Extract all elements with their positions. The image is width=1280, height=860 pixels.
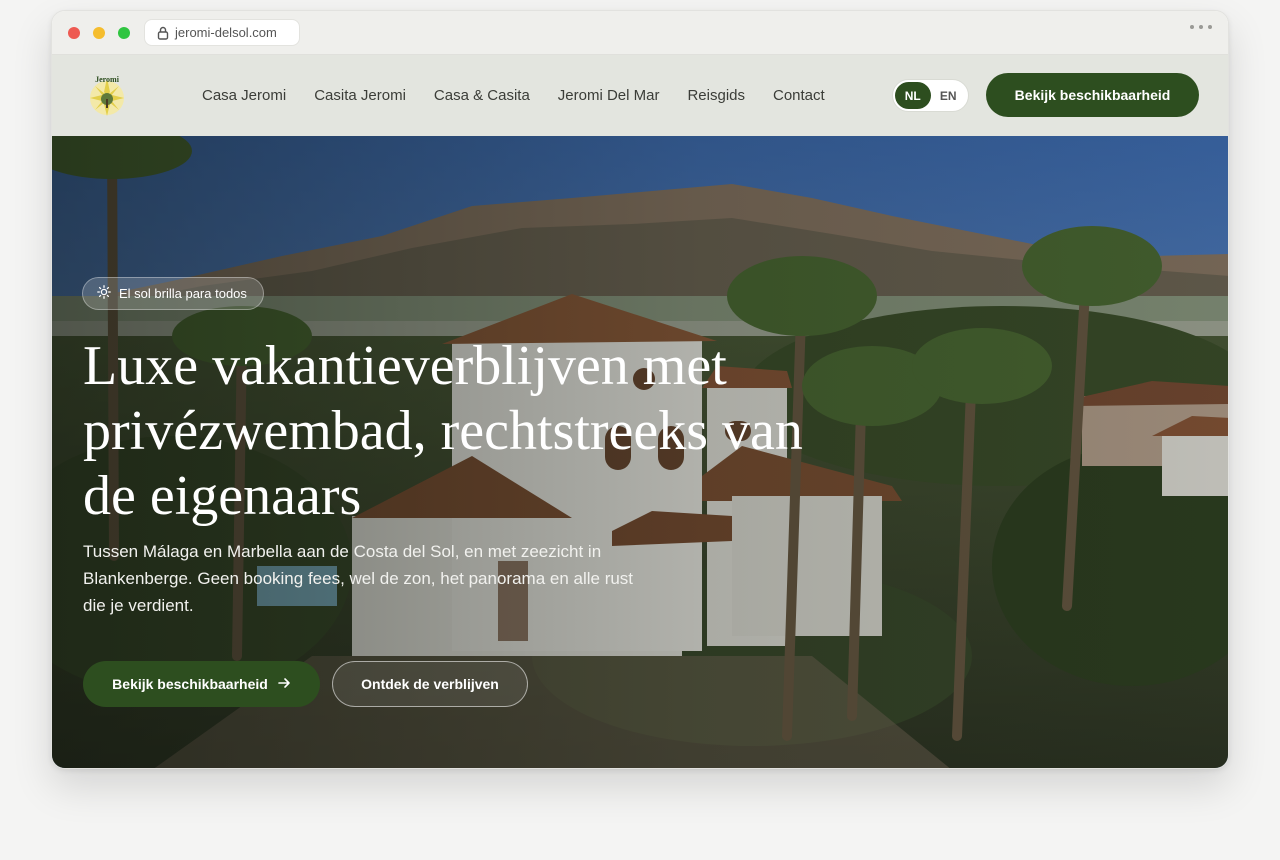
jeromi-logo[interactable]: Jeromi [84, 72, 130, 118]
nav-casa-jeromi[interactable]: Casa Jeromi [202, 87, 286, 104]
sun-icon [97, 285, 111, 302]
hero-availability-button[interactable]: Bekijk beschikbaarheid [83, 661, 320, 707]
close-window-button[interactable] [68, 27, 80, 39]
url-text: jeromi-delsol.com [175, 25, 277, 40]
lock-icon [157, 26, 169, 40]
lang-nl[interactable]: NL [895, 82, 931, 109]
minimize-window-button[interactable] [93, 27, 105, 39]
hero-tagline-badge: El sol brilla para todos [82, 277, 264, 310]
maximize-window-button[interactable] [118, 27, 130, 39]
hero-subtext: Tussen Málaga en Marbella aan de Costa d… [83, 542, 634, 615]
lang-en[interactable]: EN [931, 82, 967, 109]
browser-window: jeromi-delsol.com Jeromi Casa Jeromi Cas… [51, 10, 1229, 769]
more-options-icon[interactable] [1190, 25, 1212, 29]
nav-contact[interactable]: Contact [773, 87, 825, 104]
hero-headline: Luxe vakantieverblijven met privézwembad… [83, 335, 803, 527]
nav-reisgids[interactable]: Reisgids [687, 87, 745, 104]
browser-chrome: jeromi-delsol.com [52, 11, 1228, 55]
logo-wordmark: Jeromi [95, 75, 120, 84]
nav-casa-casita[interactable]: Casa & Casita [434, 87, 530, 104]
badge-text: El sol brilla para todos [119, 286, 247, 301]
address-bar[interactable]: jeromi-delsol.com [144, 19, 300, 46]
hero-section: El sol brilla para todos Luxe vakantieve… [52, 136, 1228, 768]
arrow-right-icon [278, 676, 291, 692]
hero-availability-label: Bekijk beschikbaarheid [112, 676, 268, 692]
hero-discover-button[interactable]: Ontdek de verblijven [332, 661, 528, 707]
header-availability-button[interactable]: Bekijk beschikbaarheid [986, 73, 1199, 117]
nav-casita-jeromi[interactable]: Casita Jeromi [314, 87, 406, 104]
language-switcher: NL EN [892, 79, 969, 112]
main-nav: Casa Jeromi Casita Jeromi Casa & Casita … [202, 55, 825, 136]
site-header: Jeromi Casa Jeromi Casita Jeromi Casa & … [52, 55, 1228, 136]
nav-jeromi-del-mar[interactable]: Jeromi Del Mar [558, 87, 660, 104]
